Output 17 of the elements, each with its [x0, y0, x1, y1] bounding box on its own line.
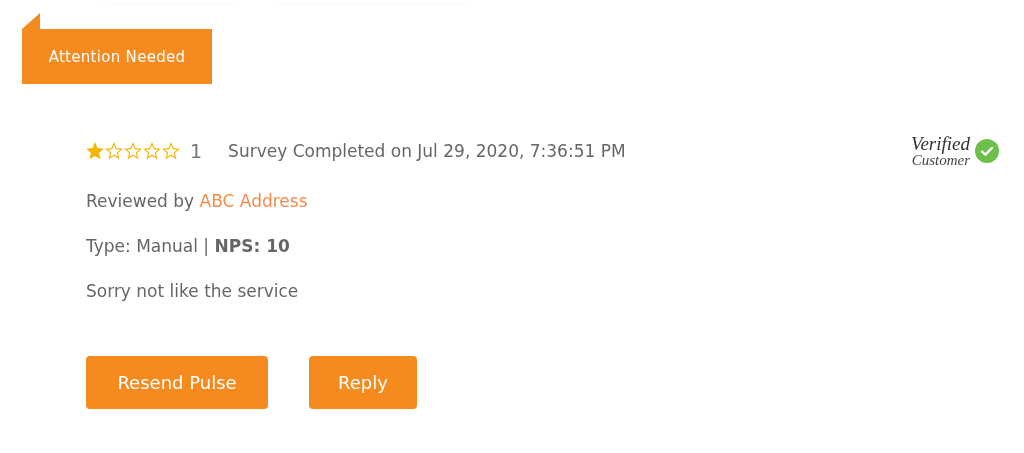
star-icon [143, 142, 161, 160]
reviewed-by-label: Reviewed by [86, 191, 195, 211]
customer-label: Customer [911, 153, 970, 168]
action-button[interactable]: Reply [309, 356, 417, 409]
rating-value: 1 [190, 140, 203, 162]
type-text: Type: Manual | NPS: 10 [86, 236, 291, 258]
comment-text: Sorry not like the service [86, 281, 300, 303]
ribbon-fold-icon [22, 13, 40, 29]
action-button[interactable]: Resend Pulse [86, 356, 268, 409]
star-icon [105, 142, 123, 160]
survey-date: Survey Completed on Jul 29, 2020, 7:36:51 PM [228, 141, 626, 161]
check-badge-icon [974, 138, 1000, 164]
star-icon [124, 142, 142, 160]
star-icon [162, 142, 180, 160]
star-icon [86, 142, 104, 160]
attention-flag: Attention Needed [22, 29, 212, 84]
reviewer-link[interactable]: ABC Address [199, 191, 308, 211]
